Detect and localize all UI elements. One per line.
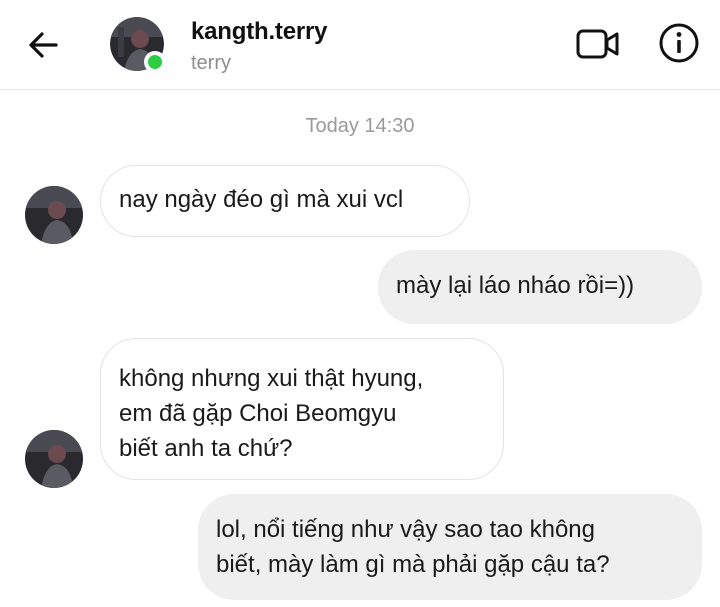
arrow-left-icon xyxy=(29,32,58,58)
contact-avatar[interactable] xyxy=(110,17,166,73)
message-text: mày lại láo nháo rồi=)) xyxy=(396,272,635,299)
message-timestamp: Today 14:30 xyxy=(305,115,415,137)
message-bubble-incoming[interactable]: không nhưng xui thật hyung, em đã gặp Ch… xyxy=(100,338,504,480)
message-bubble-incoming[interactable]: nay ngày đéo gì mà xui vcl xyxy=(100,165,470,237)
message-bubble-outgoing[interactable]: mày lại láo nháo rồi=)) xyxy=(378,250,702,324)
info-icon xyxy=(659,23,699,63)
contact-username[interactable]: kangth.terry xyxy=(191,18,328,46)
message-text: lol, nổi tiếng như vậy sao tao không biế… xyxy=(216,516,610,578)
message-text: không nhưng xui thật hyung, em đã gặp Ch… xyxy=(119,365,424,462)
online-status-dot xyxy=(144,51,166,73)
contact-subname: terry xyxy=(191,52,231,74)
avatar-image xyxy=(25,186,83,244)
message-bubble-outgoing[interactable]: lol, nổi tiếng như vậy sao tao không biế… xyxy=(198,494,702,600)
video-call-button[interactable] xyxy=(574,22,622,66)
message-text: nay ngày đéo gì mà xui vcl xyxy=(119,186,404,213)
info-button[interactable] xyxy=(656,20,702,66)
sender-avatar[interactable] xyxy=(25,186,83,244)
chat-header: kangth.terry terry xyxy=(0,0,720,90)
avatar-image xyxy=(25,430,83,488)
video-call-icon xyxy=(576,29,619,59)
sender-avatar[interactable] xyxy=(25,430,83,488)
back-button[interactable] xyxy=(24,27,64,63)
